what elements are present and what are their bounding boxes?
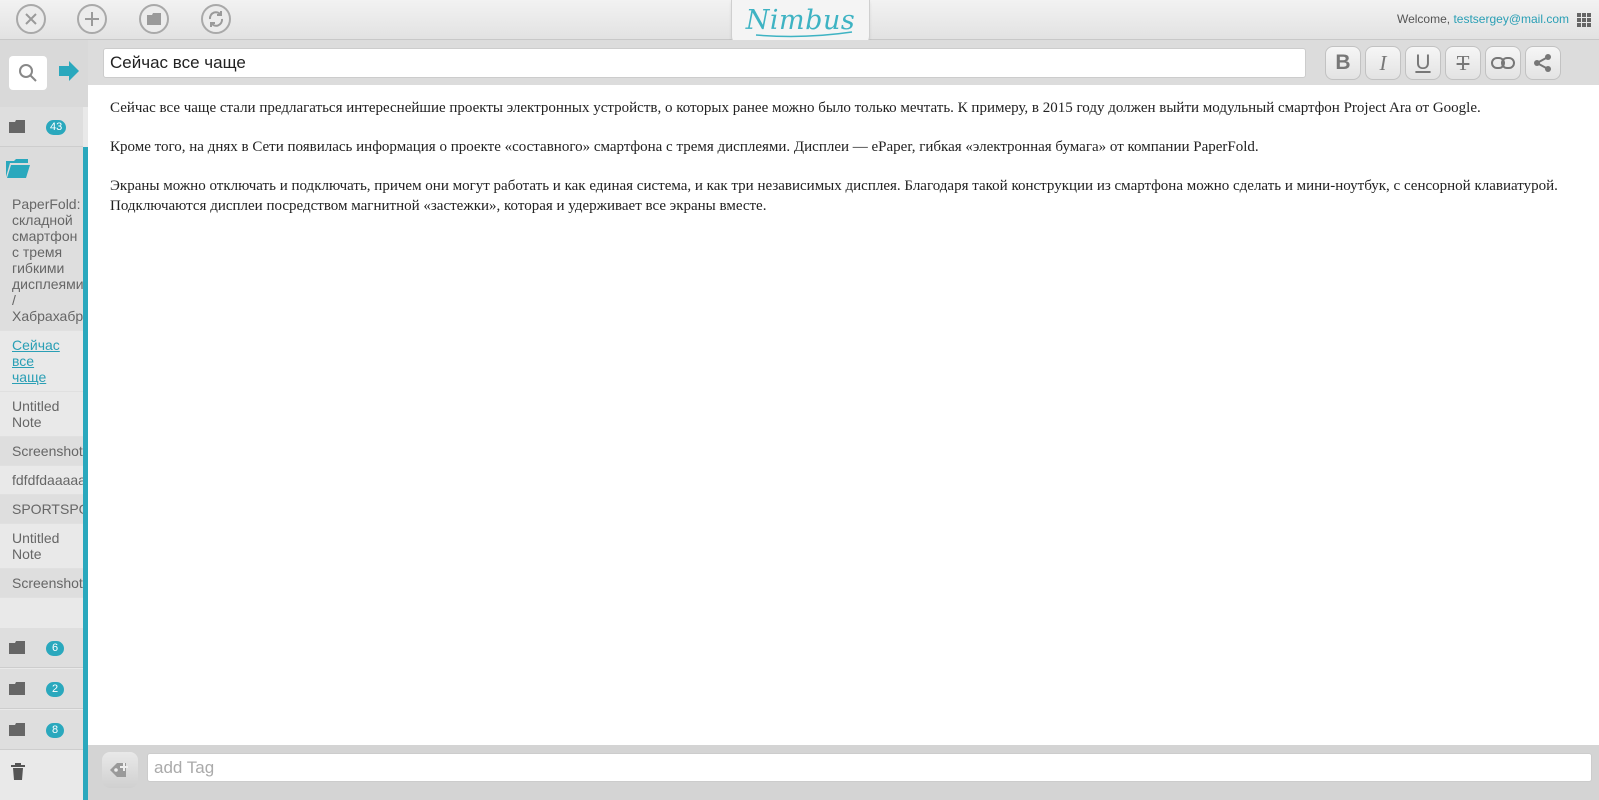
note-list-item[interactable]: Screenshot [0, 437, 83, 466]
trash-icon[interactable] [10, 763, 26, 781]
note-list-item[interactable]: PaperFold: складной смартфон с тремя гиб… [0, 190, 83, 331]
apps-grid-icon[interactable] [1577, 13, 1591, 27]
search-icon [19, 64, 37, 82]
open-folder-icon [6, 159, 30, 178]
folder-item[interactable]: 8 [0, 710, 83, 750]
note-list-item[interactable]: Сейчас все чаще [0, 331, 83, 392]
folder-count-badge: 2 [46, 682, 64, 697]
notes-list: PaperFold: складной смартфон с тремя гиб… [0, 190, 83, 623]
strikethrough-button[interactable]: T [1445, 46, 1481, 80]
folder-item[interactable]: 6 [0, 628, 83, 668]
search-button[interactable] [9, 56, 47, 90]
folder-count-badge: 43 [46, 120, 67, 135]
open-folder-item[interactable] [0, 147, 83, 190]
add-tag-input[interactable] [147, 753, 1592, 782]
editor-panel: B I U T Сейчас все чаще стали предлагать… [88, 40, 1599, 800]
folder-count-badge: 8 [46, 723, 64, 738]
close-button[interactable] [16, 4, 46, 34]
folder-button[interactable] [139, 4, 169, 34]
arrow-right-icon[interactable] [58, 60, 80, 82]
note-paragraph: Экраны можно отключать и подключать, при… [110, 178, 1558, 214]
italic-button[interactable]: I [1365, 46, 1401, 80]
link-icon [1491, 57, 1515, 69]
folder-icon [147, 13, 161, 25]
folder-icon [9, 120, 25, 133]
folder-icon [9, 641, 25, 654]
user-email-link[interactable]: testsergey@mail.com [1453, 12, 1569, 26]
note-list-item[interactable]: Untitled Note [0, 392, 83, 437]
note-list-item[interactable]: Screenshot [0, 569, 83, 598]
welcome-label: Welcome, [1396, 12, 1451, 26]
share-icon [1534, 54, 1551, 72]
sidebar: 43 PaperFold: складной смартфон с тремя … [0, 40, 88, 800]
welcome-text: Welcome, testsergey@mail.com [1397, 12, 1569, 26]
note-paragraph: Сейчас все чаще стали предлагаться интер… [110, 100, 1481, 116]
folder-item[interactable]: 2 [0, 669, 83, 709]
underline-button[interactable]: U [1405, 46, 1441, 80]
note-content[interactable]: Сейчас все чаще стали предлагаться интер… [110, 98, 1580, 235]
tag-bar [88, 745, 1599, 800]
add-note-button[interactable] [77, 4, 107, 34]
folder-icon [9, 723, 25, 736]
top-bar: Nimbus Welcome, testsergey@mail.com [0, 0, 1599, 46]
sync-icon [208, 11, 224, 27]
sidebar-search-area [0, 40, 88, 107]
note-title-input[interactable] [103, 48, 1306, 78]
folder-count-badge: 6 [46, 641, 64, 656]
share-button[interactable] [1525, 46, 1561, 80]
link-button[interactable] [1485, 46, 1521, 80]
add-tag-button[interactable] [102, 752, 138, 788]
bold-button[interactable]: B [1325, 46, 1361, 80]
note-paragraph: Кроме того, на днях в Сети появилась инф… [110, 139, 1259, 155]
note-list-item[interactable]: Untitled Note [0, 524, 83, 569]
editor-toolbar: B I U T [88, 40, 1599, 85]
sync-button[interactable] [201, 4, 231, 34]
folder-item[interactable]: 43 [0, 107, 83, 147]
add-icon [85, 12, 99, 26]
logo-swoosh [755, 31, 853, 38]
close-icon [25, 13, 37, 25]
folder-icon [9, 682, 25, 695]
note-list-item[interactable]: SPORTSPO [0, 495, 83, 524]
tag-icon [110, 763, 128, 777]
note-list-item[interactable]: fdfdfdaaaaa [0, 466, 83, 495]
